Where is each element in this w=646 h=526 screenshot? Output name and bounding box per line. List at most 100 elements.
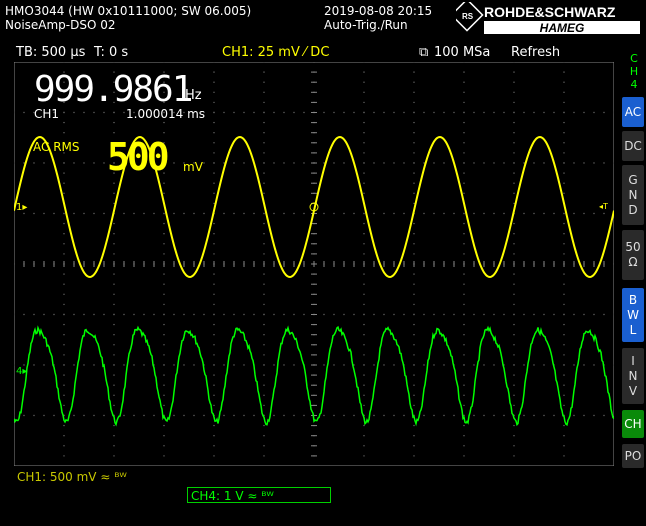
grid-dot xyxy=(303,414,305,417)
grid-dot xyxy=(413,334,415,336)
grid-dot xyxy=(513,71,515,73)
side-menu-item-4[interactable]: BWL xyxy=(622,288,644,342)
grid-dot xyxy=(493,364,495,366)
grid-dot xyxy=(463,172,465,174)
grid-dot xyxy=(163,344,165,346)
trigger-source[interactable]: CH1: 25 mV ⁄ DC xyxy=(222,45,329,60)
grid-dot xyxy=(103,212,105,215)
grid-dot xyxy=(263,344,265,346)
side-menu-item-7[interactable]: PO xyxy=(622,444,644,468)
grid-dot xyxy=(113,435,115,437)
grid-dot xyxy=(413,182,415,184)
grid-dot xyxy=(383,364,385,366)
grid-dot xyxy=(93,313,95,316)
grid-dot xyxy=(443,111,445,114)
grid-dot xyxy=(163,243,165,245)
trigger-time[interactable]: T: 0 s xyxy=(94,45,128,60)
grid-dot xyxy=(573,162,575,164)
side-menu-item-2[interactable]: GND xyxy=(622,165,644,225)
grid-dot xyxy=(93,414,95,417)
grid-dot xyxy=(63,172,65,174)
grid-dot xyxy=(23,313,25,316)
grid-dot xyxy=(463,91,465,93)
side-menu-item-5[interactable]: INV xyxy=(622,348,644,404)
grid-dot xyxy=(193,212,195,215)
grid-dot xyxy=(363,132,365,134)
grid-dot xyxy=(563,172,565,174)
grid-dot xyxy=(283,313,285,316)
ch1-settings[interactable]: CH1: 500 mV ≈ ᴮᵂ xyxy=(17,470,127,484)
grid-dot xyxy=(323,212,325,215)
grid-dot xyxy=(173,364,175,366)
grid-dot xyxy=(513,354,515,356)
grid-dot xyxy=(263,81,265,83)
grid-dot xyxy=(463,354,465,356)
grid-dot xyxy=(463,233,465,235)
grid-dot xyxy=(583,212,585,215)
svg-text:HAMEG: HAMEG xyxy=(540,21,585,35)
grid-dot xyxy=(263,293,265,295)
grid-dot xyxy=(333,313,335,316)
grid-dot xyxy=(113,121,115,124)
brand-logo: RS ROHDE&SCHWARZ HAMEG xyxy=(456,2,640,35)
grid-dot xyxy=(413,121,415,124)
instrument-info: HMO3044 (HW 0x10111000; SW 06.005) Noise… xyxy=(5,4,251,32)
grid-dot xyxy=(393,162,395,164)
datetime-block: 2019-08-08 20:15 Auto-Trig./Run xyxy=(324,4,432,32)
grid-dot xyxy=(373,313,375,316)
grid-dot xyxy=(413,101,415,104)
grid-dot xyxy=(393,212,395,215)
grid-dot xyxy=(563,364,565,366)
grid-dot xyxy=(273,313,275,316)
side-menu-item-6[interactable]: CH xyxy=(622,410,644,438)
grid-dot xyxy=(203,313,205,316)
grid-dot xyxy=(263,445,265,447)
grid-dot xyxy=(113,354,115,356)
grid-dot xyxy=(103,414,105,417)
side-menu-item-3[interactable]: 50 Ω xyxy=(622,230,644,280)
grid-dot xyxy=(133,414,135,417)
side-menu-item-1[interactable]: DC xyxy=(622,131,644,161)
side-menu-item-0[interactable]: AC xyxy=(622,97,644,127)
waveform-display[interactable]: 1▸ 4▸ ◂T xyxy=(14,62,614,466)
grid-dot xyxy=(363,71,365,73)
grid-dot xyxy=(133,364,135,366)
grid-dot xyxy=(173,414,175,417)
grid-dot xyxy=(243,212,245,215)
grid-dot xyxy=(363,253,365,255)
timebase[interactable]: TB: 500 µs xyxy=(16,45,85,60)
grid-dot xyxy=(213,273,215,275)
grid-dot xyxy=(213,233,215,235)
grid-dot xyxy=(213,303,215,306)
grid-dot xyxy=(113,192,115,194)
grid-dot xyxy=(293,111,295,114)
memory-icon: ⧉ xyxy=(419,45,429,60)
grid-dot xyxy=(493,111,495,114)
grid-dot xyxy=(413,132,415,134)
grid-dot xyxy=(223,212,225,215)
grid-dot xyxy=(523,313,525,316)
grid-dot xyxy=(363,111,365,114)
grid-dot xyxy=(113,313,115,316)
grid-dot xyxy=(163,132,165,134)
grid-dot xyxy=(443,364,445,366)
grid-dot xyxy=(63,313,65,316)
grid-dot xyxy=(353,313,355,316)
grid-dot xyxy=(473,313,475,316)
grid-dot xyxy=(543,162,545,164)
grid-dot xyxy=(563,142,565,144)
grid-dot xyxy=(463,81,465,83)
grid-dot xyxy=(533,414,535,417)
ch4-settings[interactable]: CH4: 1 V ≈ ᴮᵂ xyxy=(187,487,331,503)
grid-dot xyxy=(483,364,485,366)
grid-dot xyxy=(463,273,465,275)
grid-dot xyxy=(63,394,65,396)
grid-dot xyxy=(163,394,165,396)
grid-dot xyxy=(463,152,465,154)
grid-dot xyxy=(43,414,45,417)
grid-dot xyxy=(513,222,515,225)
acquisition-mode[interactable]: Refresh xyxy=(511,45,560,60)
grid-dot xyxy=(593,111,595,114)
grid-dot xyxy=(373,414,375,417)
grid-dot xyxy=(523,364,525,366)
